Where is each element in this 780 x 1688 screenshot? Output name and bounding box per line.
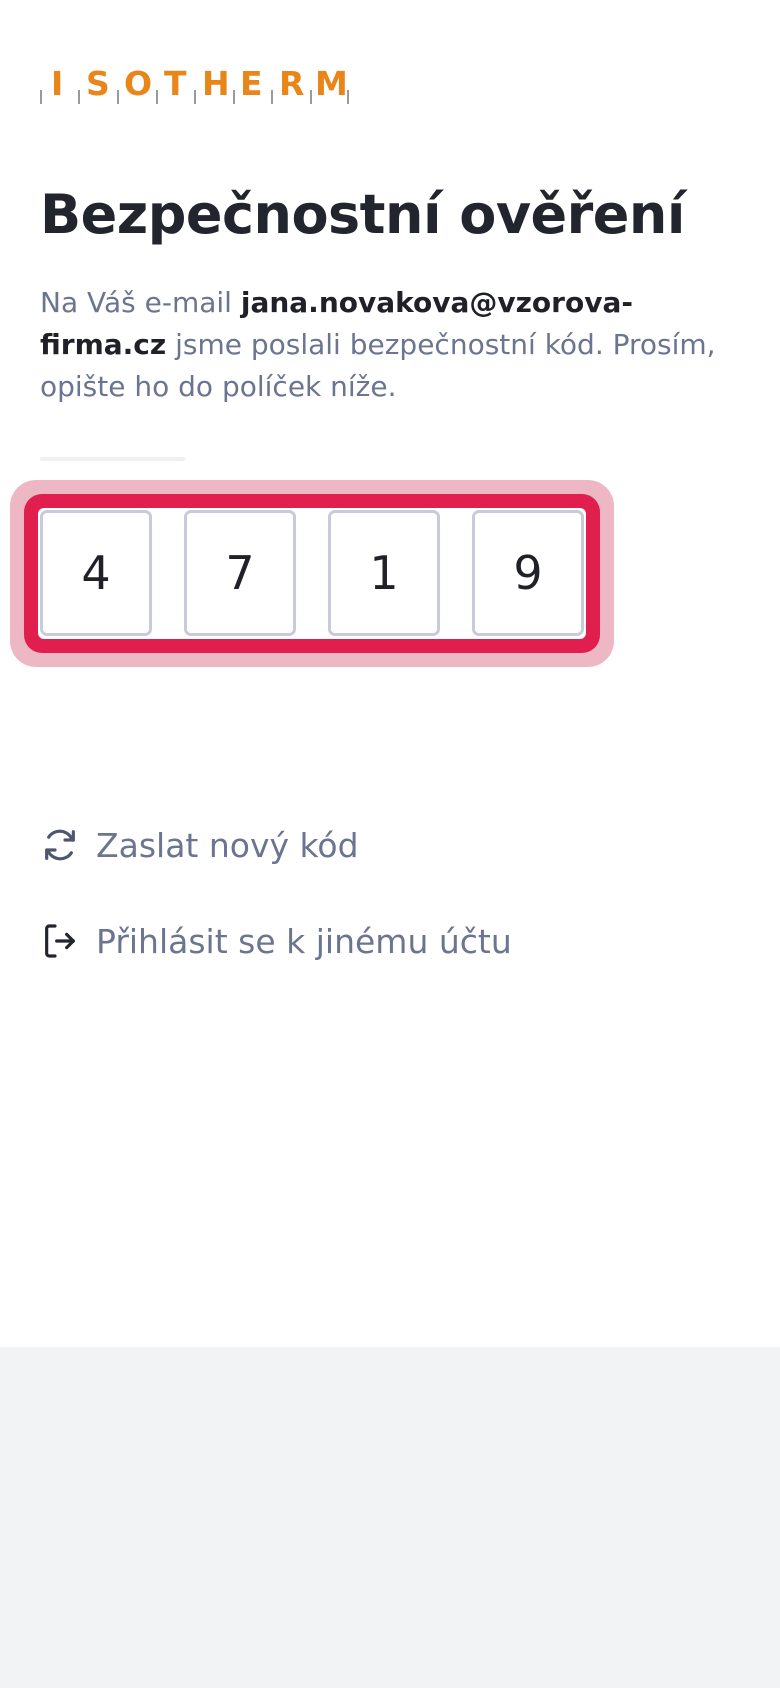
code-digit-3[interactable]: 1 [328, 510, 440, 636]
logo-tick [117, 90, 119, 104]
code-digit-4[interactable]: 9 [472, 510, 584, 636]
logo-tick [40, 90, 42, 104]
code-input-inner: 4 7 1 9 [38, 508, 586, 639]
code-digit-1[interactable]: 4 [40, 510, 152, 636]
resend-code-label: Zaslat nový kód [96, 825, 359, 865]
logo-tick [156, 90, 158, 104]
logo-letter: O [124, 64, 153, 103]
logo-letter: E [240, 64, 263, 103]
page-title: Bezpečnostní ověření [40, 183, 685, 246]
logout-icon [40, 921, 80, 961]
switch-account-label: Přihlásit se k jinému účtu [96, 921, 512, 961]
logo-tick [233, 90, 235, 104]
logo-tick [347, 90, 349, 104]
refresh-icon [40, 825, 80, 865]
logo-letter: H [202, 64, 230, 103]
divider [40, 457, 185, 461]
switch-account-link[interactable]: Přihlásit se k jinému účtu [40, 921, 512, 961]
instruction-prefix: Na Váš e-mail [40, 286, 241, 319]
instruction-text: Na Váš e-mail jana.novakova@vzorova-firm… [40, 282, 740, 408]
logo-tick [78, 90, 80, 104]
logo-letter: M [315, 64, 348, 103]
footer-background [0, 1347, 780, 1688]
logo-tick [310, 90, 312, 104]
logo-tick [271, 90, 273, 104]
logo-letter: S [86, 64, 110, 103]
logo-letter: I [51, 64, 64, 103]
logo-letter: T [164, 64, 187, 103]
resend-code-link[interactable]: Zaslat nový kód [40, 825, 359, 865]
logo-letter: R [279, 64, 305, 103]
code-digit-2[interactable]: 7 [184, 510, 296, 636]
isotherm-logo: I S O T H E R M [40, 66, 360, 108]
code-input-group: 4 7 1 9 [24, 494, 600, 653]
verification-page: I S O T H E R M Bezpečnostní ověření Na … [0, 0, 780, 1347]
logo-tick [194, 90, 196, 104]
